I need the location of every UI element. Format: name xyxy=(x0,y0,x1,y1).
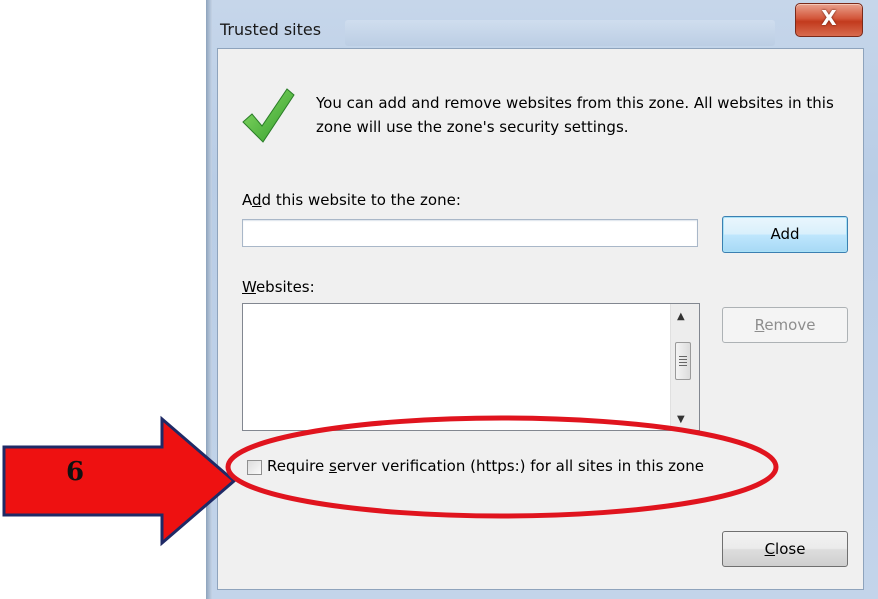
step-number: 6 xyxy=(66,457,85,487)
scroll-up-arrow-icon[interactable]: ▲ xyxy=(677,311,685,322)
window-close-button[interactable]: X xyxy=(795,3,863,37)
annotation-arrow-icon xyxy=(2,415,237,547)
scroll-thumb[interactable] xyxy=(675,342,691,380)
websites-label: Websites: xyxy=(242,278,315,296)
green-check-icon xyxy=(242,88,295,143)
dialog-title: Trusted sites xyxy=(220,20,322,39)
zone-info-text: You can add and remove websites from thi… xyxy=(316,94,834,136)
close-button[interactable]: Close xyxy=(722,531,848,567)
add-button[interactable]: Add xyxy=(722,216,848,253)
remove-button[interactable]: Remove xyxy=(722,307,848,343)
close-icon: X xyxy=(821,6,837,30)
highlight-ellipse xyxy=(225,415,779,519)
background-tabs xyxy=(345,20,775,46)
add-website-input[interactable] xyxy=(242,219,698,247)
grip-icon xyxy=(679,356,687,366)
add-website-label: Add this website to the zone: xyxy=(242,191,461,209)
